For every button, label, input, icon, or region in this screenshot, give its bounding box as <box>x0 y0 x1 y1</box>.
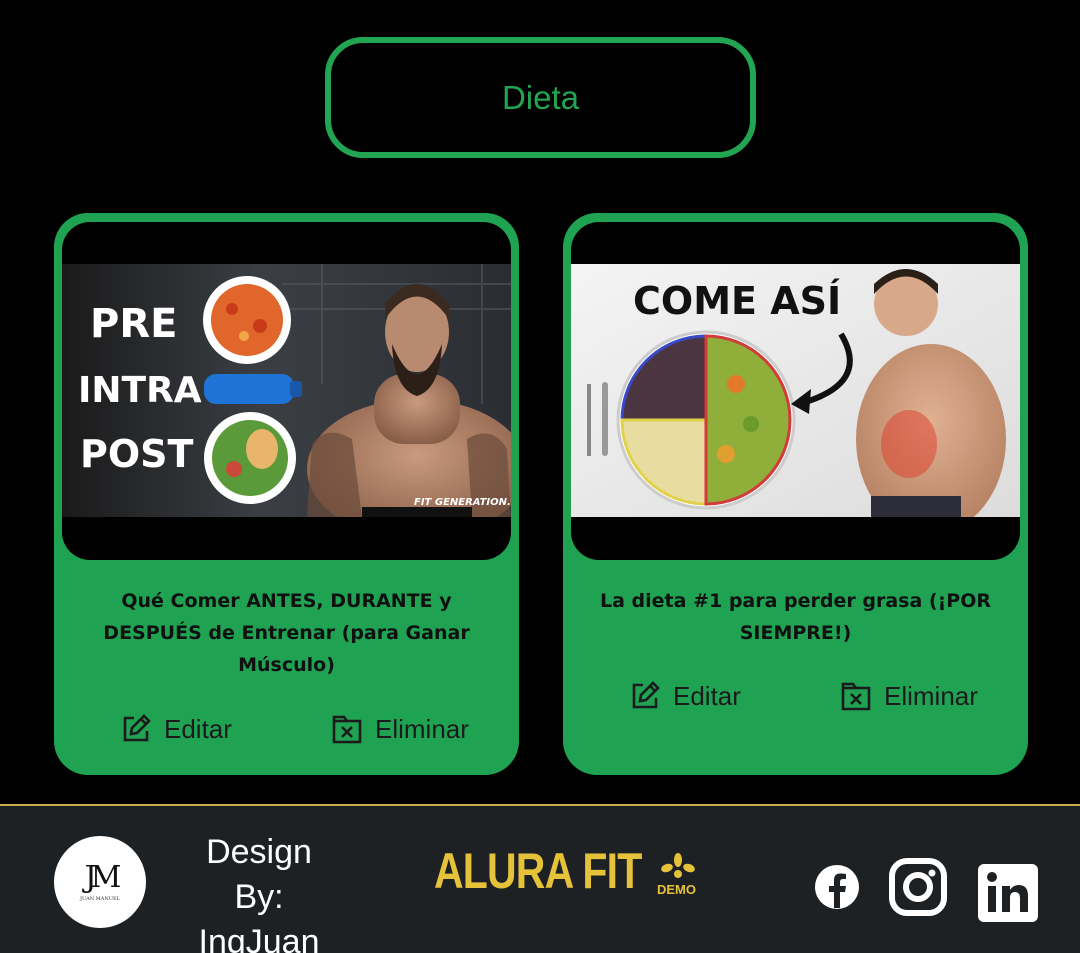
edit-button[interactable]: Editar <box>120 713 232 745</box>
delete-label: Eliminar <box>375 713 469 744</box>
avatar-caption: JUAN MANUEL <box>80 896 120 902</box>
video-thumbnail-frame[interactable]: PRE INTRA POST FIT GENERATION. <box>62 222 511 560</box>
thumb-brand: FIT GENERATION. <box>414 497 511 508</box>
thumb-word-pre: PRE <box>90 301 177 347</box>
brand-logo: ALURA FIT <box>434 843 642 899</box>
category-label: Dieta <box>501 78 580 116</box>
delete-button[interactable]: Eliminar <box>840 680 978 712</box>
edit-button[interactable]: Editar <box>629 680 741 712</box>
edit-label: Editar <box>164 713 232 744</box>
delete-folder-icon <box>332 715 362 744</box>
avatar-monogram: JM <box>84 860 122 895</box>
instagram-icon[interactable] <box>888 857 948 917</box>
video-thumbnail-frame[interactable]: COME ASÍ <box>571 222 1020 560</box>
brand-tag: DEMO <box>657 882 696 897</box>
video-title: La dieta #1 para perder grasa (¡POR SIEM… <box>600 590 991 644</box>
delete-label: Eliminar <box>884 680 978 711</box>
edit-icon <box>632 681 660 709</box>
splash-icon <box>661 853 695 878</box>
edit-icon <box>123 714 151 742</box>
edit-label: Editar <box>673 680 741 711</box>
designer-name: IngJuan <box>198 923 320 953</box>
thumb-word-intra: INTRA <box>78 370 202 411</box>
avatar: JM JUAN MANUEL <box>54 836 146 928</box>
facebook-icon[interactable] <box>814 864 860 910</box>
video-thumbnail[interactable]: PRE INTRA POST FIT GENERATION. <box>62 264 511 517</box>
video-card: COME ASÍ La dieta #1 para perder grasa (… <box>563 213 1028 775</box>
category-button-dieta[interactable]: Dieta <box>325 37 756 158</box>
video-card: PRE INTRA POST FIT GENERATION. Qué Comer… <box>54 213 519 775</box>
linkedin-icon[interactable] <box>978 864 1038 922</box>
footer: JM JUAN MANUEL Design By: IngJuan ALURA … <box>0 806 1080 953</box>
delete-button[interactable]: Eliminar <box>331 713 469 745</box>
thumb-headline: COME ASÍ <box>633 279 841 323</box>
video-title: Qué Comer ANTES, DURANTE y DESPUÉS de En… <box>103 590 470 676</box>
video-thumbnail[interactable]: COME ASÍ <box>571 264 1020 517</box>
thumb-word-post: POST <box>80 432 194 476</box>
page: Dieta PRE INTRA POST FIT GENERATION. Qué… <box>0 0 1080 953</box>
design-by-label: Design By: <box>206 833 312 916</box>
delete-folder-icon <box>841 682 871 711</box>
design-credit: Design By: IngJuan <box>178 830 340 953</box>
